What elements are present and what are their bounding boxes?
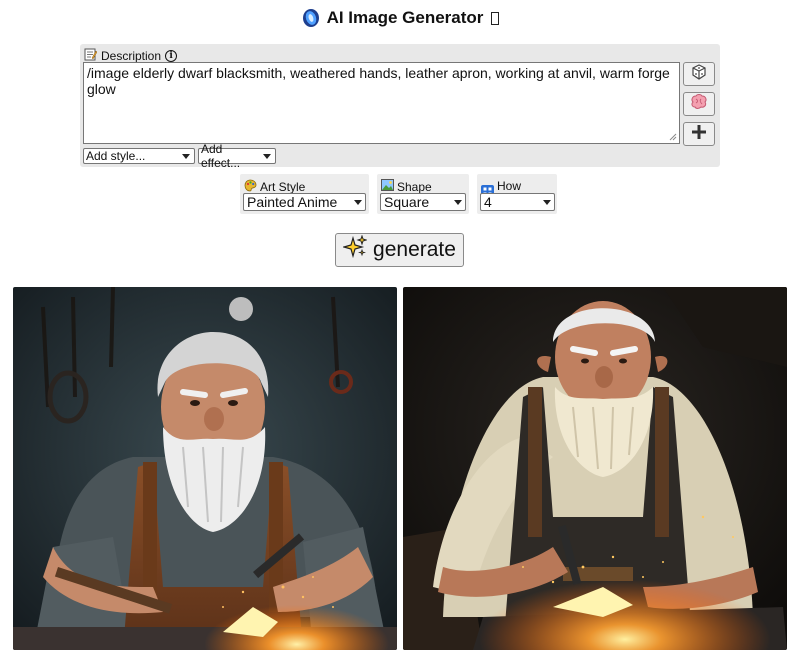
shape-select[interactable]: Square (380, 193, 466, 211)
add-effect-select-value: Add effect... (201, 142, 241, 170)
art-style-option: Art Style Painted Anime (240, 174, 369, 214)
chevron-down-icon (263, 153, 271, 159)
page-title: AI Image Generator (0, 8, 800, 28)
sparkles-icon (341, 234, 368, 265)
generate-button[interactable]: generate (335, 233, 464, 267)
shape-value: Square (384, 194, 430, 210)
enhance-prompt-button[interactable] (683, 92, 715, 116)
description-panel: Description i /image elderly dwarf black… (80, 44, 720, 170)
art-style-value: Painted Anime (247, 194, 338, 210)
picture-icon (381, 179, 394, 194)
art-style-label-text: Art Style (260, 180, 306, 194)
brain-icon (690, 93, 708, 115)
dwarf-blacksmith-painting (13, 287, 397, 650)
info-icon[interactable]: i (165, 50, 178, 62)
add-style-select[interactable]: Add style... (83, 148, 195, 164)
plus-icon (691, 124, 707, 145)
app-title-text: AI Image Generator (326, 8, 484, 27)
count-option: How many? 4 (477, 174, 557, 214)
dwarf-blacksmith-painting (403, 287, 787, 650)
shape-label-text: Shape (397, 179, 432, 194)
shape-label: Shape (381, 179, 432, 194)
random-prompt-button[interactable] (683, 62, 715, 86)
missing-glyph-icon (491, 11, 500, 25)
resize-grip-icon[interactable] (669, 133, 677, 141)
chevron-down-icon (182, 153, 190, 159)
description-input[interactable]: /image elderly dwarf blacksmith, weather… (83, 62, 680, 144)
result-image-1[interactable] (13, 287, 397, 650)
generate-button-label: generate (373, 238, 456, 261)
chevron-down-icon (354, 199, 362, 205)
count-select[interactable]: 4 (480, 193, 555, 211)
add-style-select-value: Add style... (86, 149, 146, 163)
art-style-select[interactable]: Painted Anime (243, 193, 366, 211)
shape-option: Shape Square (377, 174, 469, 214)
add-effect-select[interactable]: Add effect... (198, 142, 276, 170)
dice-icon (690, 63, 708, 86)
add-prompt-button[interactable] (683, 122, 715, 146)
description-label-text: Description (101, 49, 162, 63)
app-logo-icon (301, 8, 321, 28)
count-value: 4 (484, 194, 492, 210)
chevron-down-icon (543, 199, 551, 205)
chevron-down-icon (454, 199, 462, 205)
result-image-2[interactable] (403, 287, 787, 650)
